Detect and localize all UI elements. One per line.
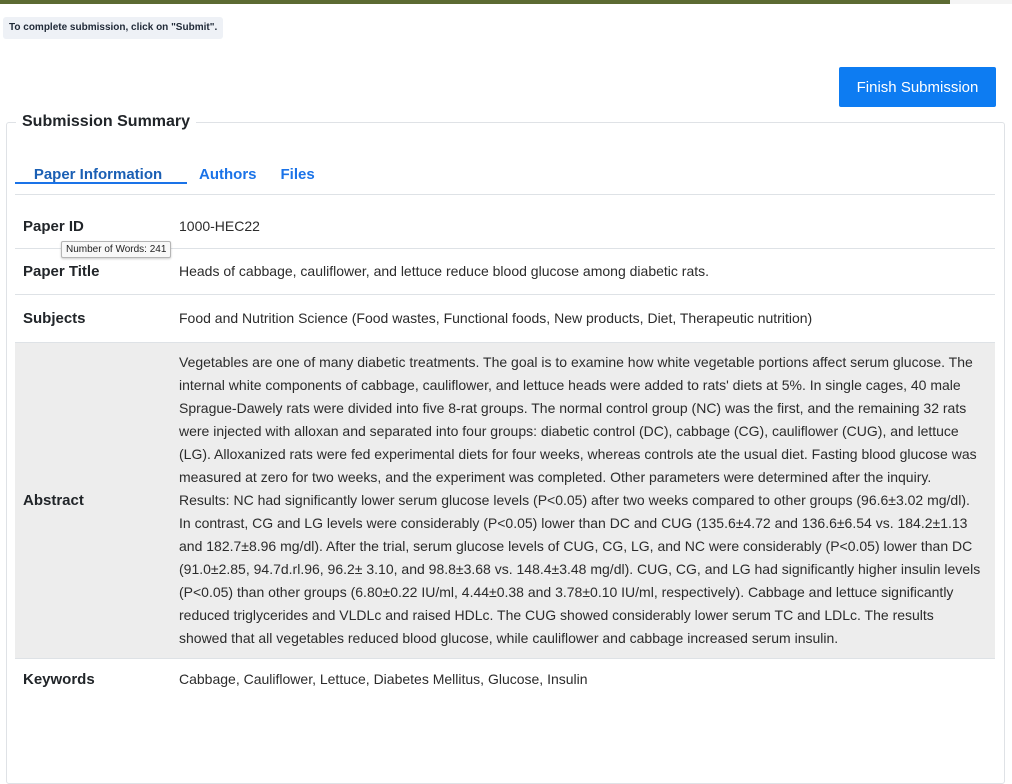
table-row: Abstract Vegetables are one of many diab… [15,342,995,659]
paper-title-value: Heads of cabbage, cauliflower, and lettu… [178,248,995,295]
subjects-value: Food and Nutrition Science (Food wastes,… [178,294,995,343]
keywords-label: Keywords [23,670,95,688]
tab-authors[interactable]: Authors [195,156,271,194]
subjects-label: Subjects [15,294,178,343]
tab-files[interactable]: Files [271,156,323,194]
submission-notice: To complete submission, click on "Submit… [3,17,224,39]
top-right-strip [950,0,1012,4]
tab-paper-information[interactable]: Paper Information [15,156,187,184]
abstract-label: Abstract [15,342,178,659]
abstract-value: Vegetables are one of many diabetic trea… [178,342,995,659]
word-count-tooltip: Number of Words: 241 [61,241,172,258]
table-row: Keywords Cabbage, Cauliflower, Lettuce, … [15,659,995,700]
paper-information-table: Paper ID 1000-HEC22 Paper Title Heads of… [15,205,995,699]
submission-summary-title: Submission Summary [16,111,197,133]
summary-tabs: Paper Information Authors Files [15,156,995,195]
table-row: Subjects Food and Nutrition Science (Foo… [15,294,995,343]
top-accent-bar [0,0,950,4]
finish-submission-button[interactable]: Finish Submission [839,67,996,107]
paper-id-value: 1000-HEC22 [178,205,995,249]
keywords-value: Cabbage, Cauliflower, Lettuce, Diabetes … [179,670,588,687]
